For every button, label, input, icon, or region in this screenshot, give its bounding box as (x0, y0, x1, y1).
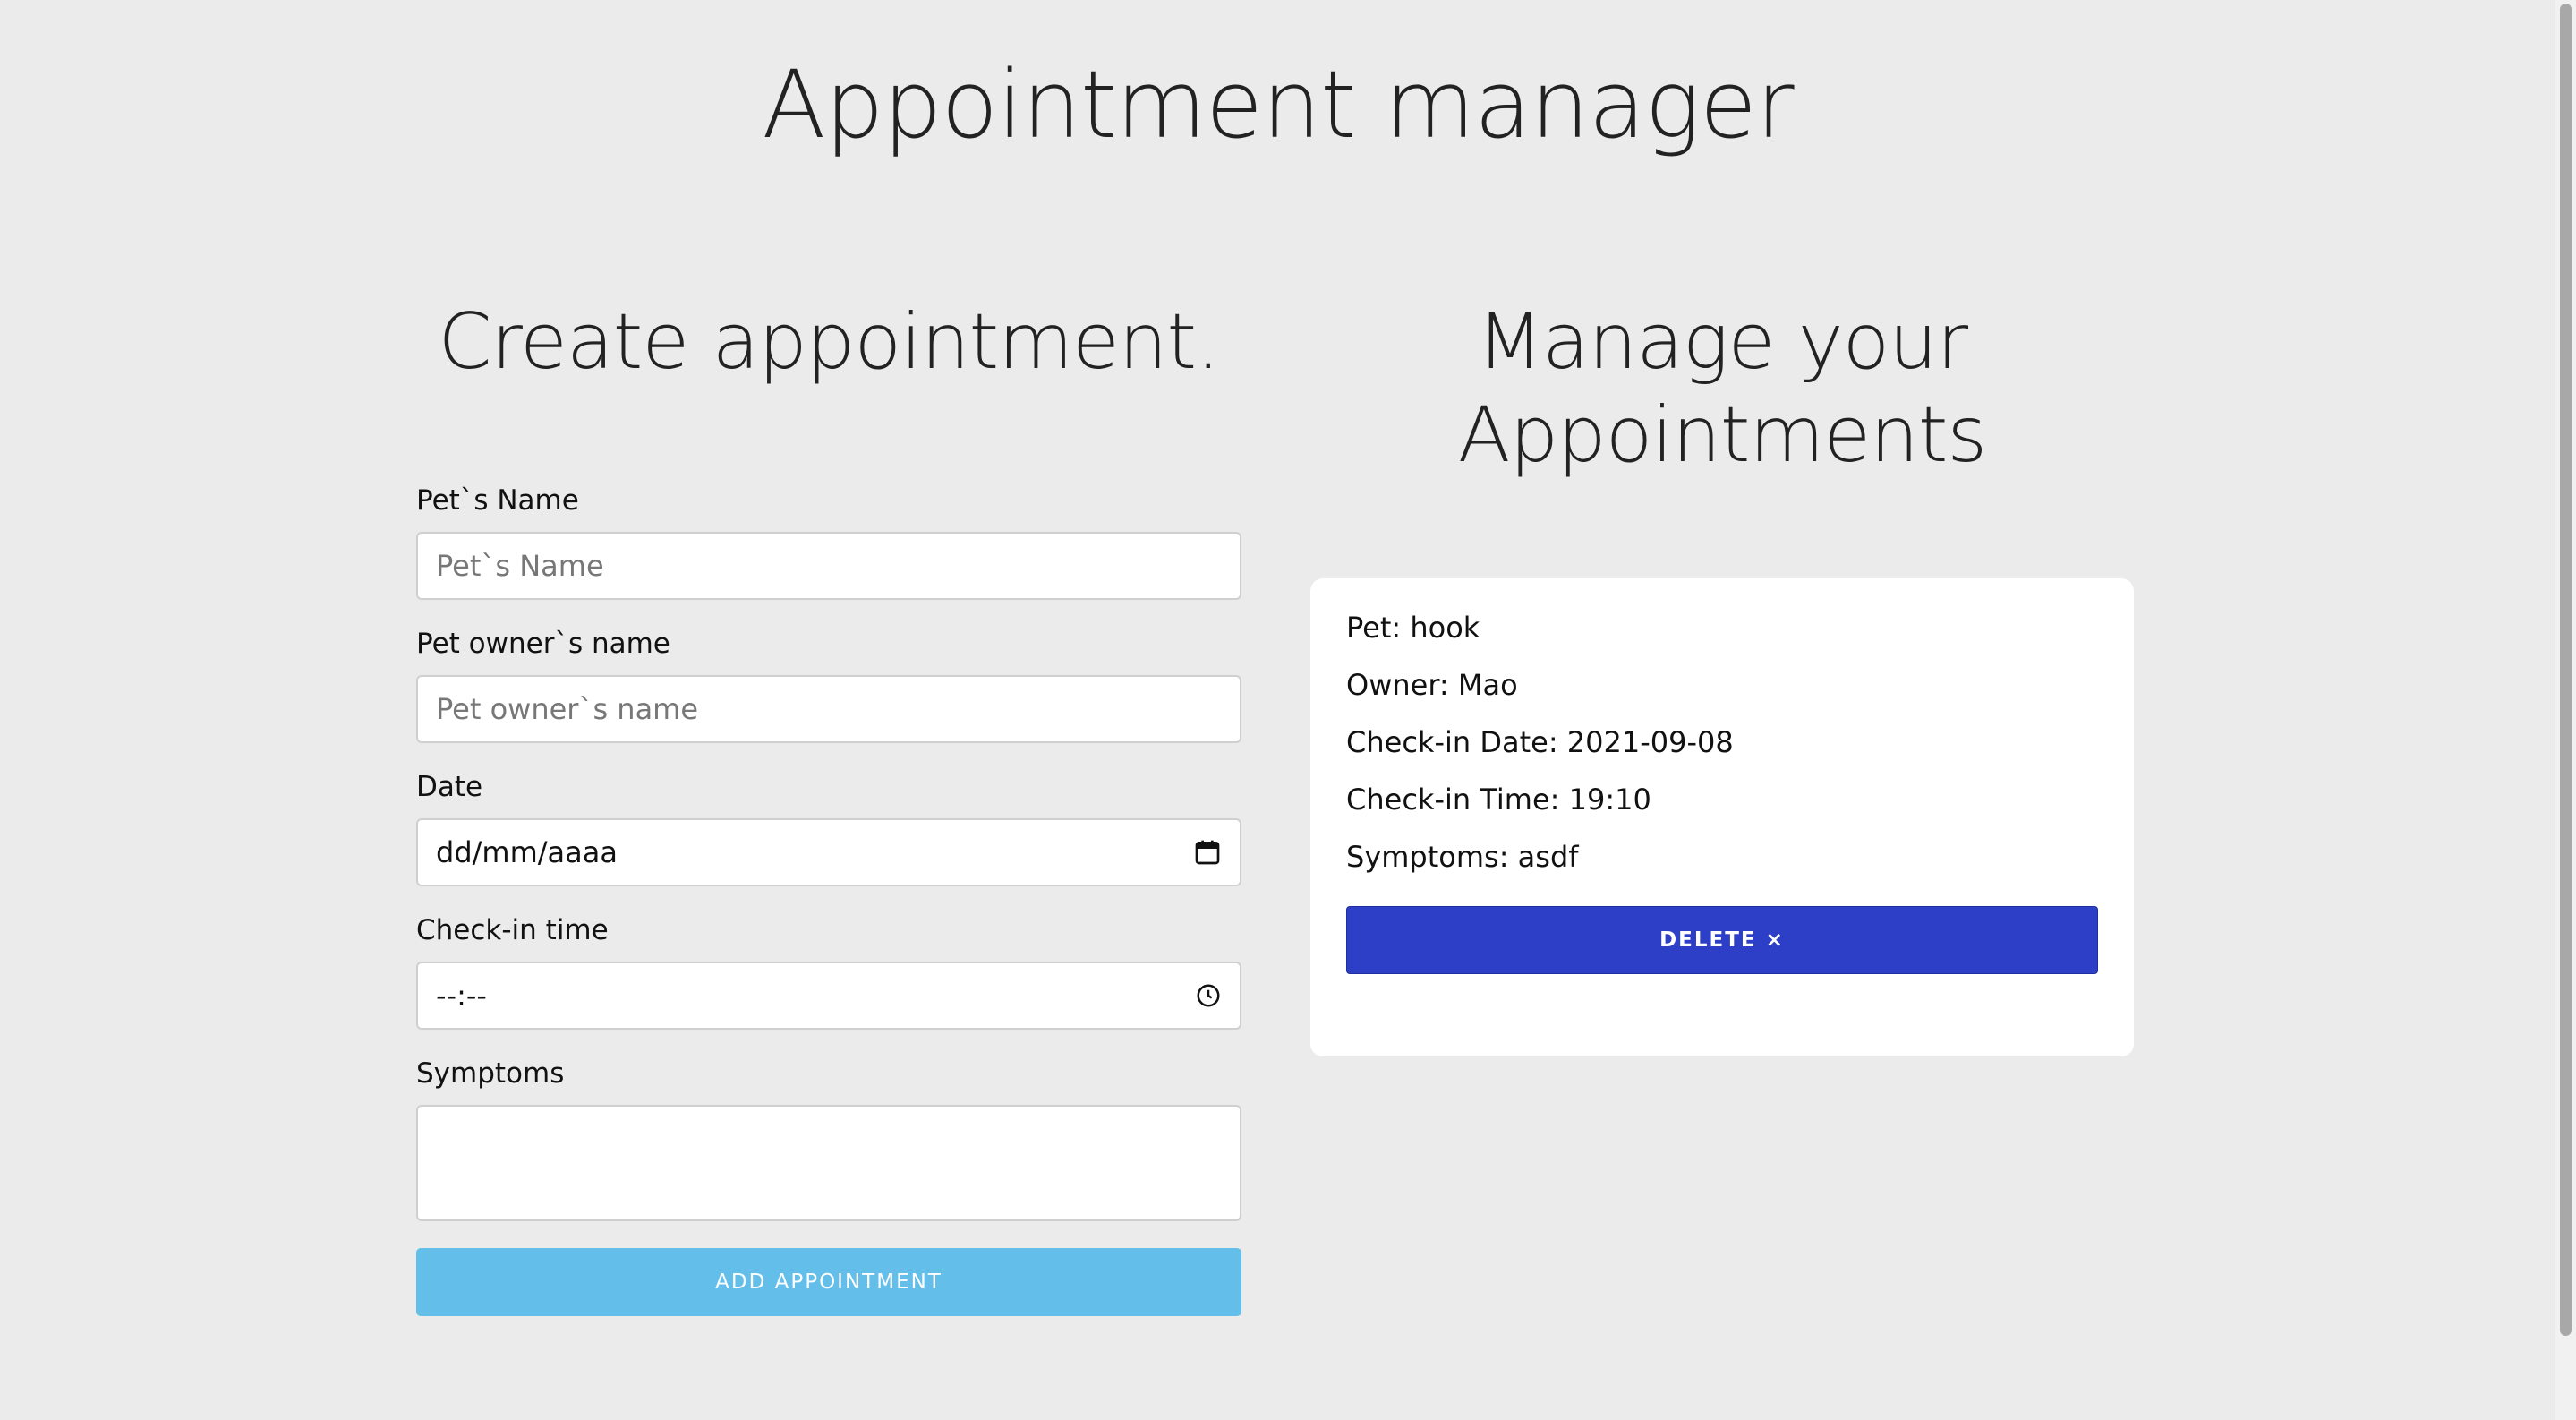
appointment-time: Check-in Time: 19:10 (1346, 783, 2098, 817)
owner-name-input[interactable]: Pet owner`s name (416, 675, 1241, 743)
date-input[interactable]: dd/mm/aaaa (416, 818, 1241, 886)
time-field: Check-in time --:-- (416, 913, 1241, 1030)
create-appointment-title: Create appointment. (438, 297, 1221, 387)
appointment-time-value: 19:10 (1568, 783, 1651, 817)
symptoms-field: Symptoms (416, 1056, 1241, 1221)
date-field: Date dd/mm/aaaa (416, 770, 1241, 886)
delete-appointment-button[interactable]: DELETE × (1346, 906, 2098, 974)
pet-name-field: Pet`s Name Pet`s Name (416, 483, 1241, 600)
scrollbar-thumb[interactable] (2560, 4, 2572, 1336)
appointment-pet: Pet: hook (1346, 611, 2098, 645)
appointment-time-label: Check-in Time: (1346, 783, 1560, 817)
appointment-symptoms-value: asdf (1517, 840, 1579, 874)
add-appointment-button[interactable]: ADD APPOINTMENT (416, 1248, 1241, 1316)
appointment-owner-value: Mao (1457, 668, 1518, 702)
appointment-date: Check-in Date: 2021-09-08 (1346, 725, 2098, 759)
manage-appointments-section: Manage your Appointments Pet: hook Owner… (1310, 295, 2134, 1056)
appointment-pet-label: Pet: (1346, 611, 1402, 645)
symptoms-textarea[interactable] (416, 1105, 1241, 1221)
manage-appointments-title: Manage your Appointments (1457, 297, 1987, 480)
appointment-owner-label: Owner: (1346, 668, 1449, 702)
date-input-value: dd/mm/aaaa (436, 835, 618, 869)
appointment-symptoms-label: Symptoms: (1346, 840, 1509, 874)
time-input[interactable]: --:-- (416, 962, 1241, 1030)
appointment-card: Pet: hook Owner: Mao Check-in Date: 2021… (1310, 578, 2134, 1056)
calendar-icon[interactable] (1193, 838, 1222, 867)
symptoms-label: Symptoms (416, 1057, 565, 1090)
owner-name-label: Pet owner`s name (416, 628, 670, 660)
time-input-value: --:-- (436, 979, 487, 1013)
owner-name-field: Pet owner`s name Pet owner`s name (416, 627, 1241, 743)
appointment-form: Pet`s Name Pet`s Name Pet owner`s name P… (416, 483, 1241, 1316)
page-title: Appointment manager (762, 50, 1794, 159)
appointment-owner: Owner: Mao (1346, 668, 2098, 702)
page: Appointment manager Create appointment. … (0, 0, 2555, 1420)
appointment-pet-value: hook (1410, 611, 1480, 645)
create-appointment-section: Create appointment. Pet`s Name Pet`s Nam… (416, 295, 1241, 1316)
date-label: Date (416, 771, 483, 803)
pet-name-label: Pet`s Name (416, 484, 579, 517)
appointment-date-value: 2021-09-08 (1566, 725, 1734, 759)
appointment-date-label: Check-in Date: (1346, 725, 1558, 759)
page-scrollbar[interactable] (2555, 0, 2576, 1420)
pet-name-input[interactable]: Pet`s Name (416, 532, 1241, 600)
clock-icon[interactable] (1195, 982, 1222, 1009)
time-label: Check-in time (416, 914, 609, 946)
appointment-symptoms: Symptoms: asdf (1346, 840, 2098, 874)
